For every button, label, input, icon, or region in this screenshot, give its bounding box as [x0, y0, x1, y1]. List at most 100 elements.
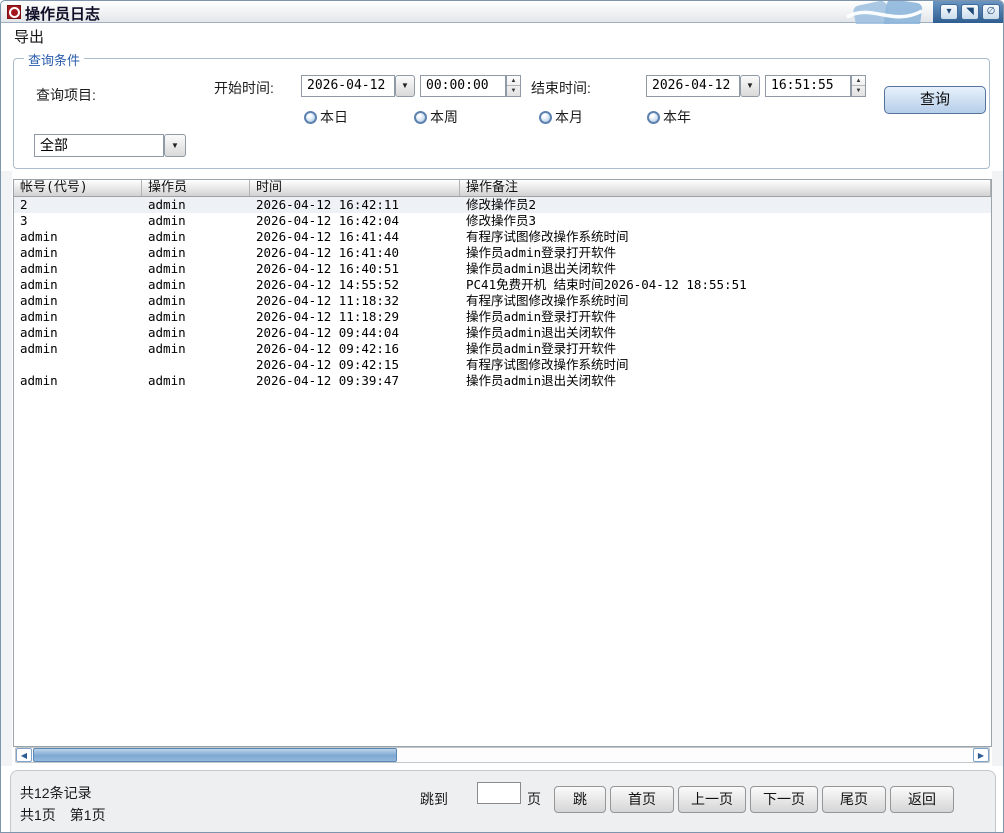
table-row[interactable]: adminadmin2026-04-12 16:41:40操作员admin登录打…	[14, 245, 991, 261]
table-cell: 2026-04-12 14:55:52	[250, 277, 460, 293]
end-time-spinner[interactable]: ▲ ▼	[851, 75, 866, 97]
radio-label: 本月	[555, 107, 583, 127]
log-table: 帐号(代号) 操作员 时间 操作备注 2admin2026-04-12 16:4…	[13, 179, 992, 747]
table-row[interactable]: adminadmin2026-04-12 11:18:32有程序试图修改操作系统…	[14, 293, 991, 309]
prev-page-button[interactable]: 上一页	[678, 786, 746, 813]
radio-icon[interactable]	[414, 111, 427, 124]
table-cell: 2026-04-12 09:42:15	[250, 357, 460, 373]
records-summary: 共12条记录	[20, 783, 92, 803]
table-cell: 操作员admin登录打开软件	[460, 245, 991, 261]
start-time-spinner[interactable]: ▲ ▼	[506, 75, 521, 97]
end-date-field[interactable]: 2026-04-12	[646, 75, 740, 97]
table-cell	[142, 357, 250, 373]
radio-icon[interactable]	[304, 111, 317, 124]
table-cell: admin	[14, 293, 142, 309]
table-row[interactable]: adminadmin2026-04-12 16:41:44有程序试图修改操作系统…	[14, 229, 991, 245]
table-header: 帐号(代号) 操作员 时间 操作备注	[14, 180, 991, 197]
end-time-label: 结束时间:	[531, 78, 591, 98]
minimize-icon[interactable]: ▾	[940, 4, 958, 20]
category-select[interactable]: 全部	[34, 134, 164, 157]
table-row[interactable]: 2026-04-12 09:42:15有程序试图修改操作系统时间	[14, 357, 991, 373]
table-row[interactable]: adminadmin2026-04-12 09:39:47操作员admin退出关…	[14, 373, 991, 389]
table-row[interactable]: adminadmin2026-04-12 09:42:16操作员admin登录打…	[14, 341, 991, 357]
table-cell: admin	[142, 213, 250, 229]
table-cell: admin	[142, 293, 250, 309]
table-cell: admin	[14, 309, 142, 325]
table-cell: admin	[142, 341, 250, 357]
table-cell: 2	[14, 197, 142, 213]
table-cell: 操作员admin退出关闭软件	[460, 261, 991, 277]
column-header-remark[interactable]: 操作备注	[460, 180, 991, 196]
table-cell: 2026-04-12 16:42:04	[250, 213, 460, 229]
right-margin	[992, 171, 1004, 766]
radio-label: 本年	[663, 107, 691, 127]
table-cell: 有程序试图修改操作系统时间	[460, 293, 991, 309]
radio-today[interactable]: 本日	[304, 107, 348, 127]
table-cell: 操作员admin退出关闭软件	[460, 373, 991, 389]
table-row[interactable]: 3admin2026-04-12 16:42:04修改操作员3	[14, 213, 991, 229]
table-cell: 2026-04-12 11:18:32	[250, 293, 460, 309]
table-row[interactable]: adminadmin2026-04-12 16:40:51操作员admin退出关…	[14, 261, 991, 277]
spin-down-icon[interactable]: ▼	[852, 86, 865, 96]
close-icon[interactable]: ∅	[982, 4, 1000, 20]
jump-to-label: 跳到	[420, 789, 448, 809]
app-logo-icon	[7, 5, 21, 19]
horizontal-scrollbar[interactable]: ◀ ▶	[15, 747, 990, 763]
table-cell: 3	[14, 213, 142, 229]
jump-button[interactable]: 跳	[554, 786, 606, 813]
last-page-button[interactable]: 尾页	[822, 786, 886, 813]
start-time-field[interactable]: 00:00:00	[420, 75, 506, 97]
table-cell: 2026-04-12 16:42:11	[250, 197, 460, 213]
maximize-icon[interactable]: ◥	[961, 4, 979, 20]
table-cell: admin	[14, 325, 142, 341]
window-title: 操作员日志	[25, 3, 100, 24]
scroll-left-icon[interactable]: ◀	[16, 748, 32, 762]
search-button[interactable]: 查询	[884, 86, 986, 114]
export-menu-item[interactable]: 导出	[14, 26, 44, 47]
radio-label: 本日	[320, 107, 348, 127]
column-header-account[interactable]: 帐号(代号)	[14, 180, 142, 196]
table-row[interactable]: adminadmin2026-04-12 09:44:04操作员admin退出关…	[14, 325, 991, 341]
first-page-button[interactable]: 首页	[610, 786, 674, 813]
table-row[interactable]: adminadmin2026-04-12 14:55:52PC41免费开机 结束…	[14, 277, 991, 293]
start-date-field[interactable]: 2026-04-12	[301, 75, 395, 97]
end-time-field[interactable]: 16:51:55	[765, 75, 851, 97]
title-bar: 操作员日志 ▾ ◥ ∅	[1, 1, 1004, 23]
table-cell: 修改操作员2	[460, 197, 991, 213]
start-date-dropdown-icon[interactable]: ▼	[395, 75, 415, 97]
table-body: 2admin2026-04-12 16:42:11修改操作员23admin202…	[14, 197, 991, 389]
radio-this-year[interactable]: 本年	[647, 107, 691, 127]
category-dropdown-icon[interactable]: ▼	[164, 134, 186, 157]
table-cell: 2026-04-12 09:44:04	[250, 325, 460, 341]
spin-down-icon[interactable]: ▼	[507, 86, 520, 96]
radio-this-week[interactable]: 本周	[414, 107, 458, 127]
return-button[interactable]: 返回	[890, 786, 954, 813]
table-cell: 2026-04-12 16:40:51	[250, 261, 460, 277]
jump-page-input[interactable]	[477, 782, 521, 804]
radio-icon[interactable]	[539, 111, 552, 124]
table-cell: 有程序试图修改操作系统时间	[460, 357, 991, 373]
scroll-right-icon[interactable]: ▶	[973, 748, 989, 762]
scrollbar-thumb[interactable]	[33, 748, 397, 762]
query-item-label: 查询项目:	[36, 85, 96, 105]
column-header-operator[interactable]: 操作员	[142, 180, 250, 196]
end-date-dropdown-icon[interactable]: ▼	[740, 75, 760, 97]
spin-up-icon[interactable]: ▲	[852, 76, 865, 86]
pagination-panel: 共12条记录 共1页 第1页 跳到 页 跳 首页 上一页 下一页 尾页 返回	[10, 770, 996, 833]
table-row[interactable]: adminadmin2026-04-12 11:18:29操作员admin登录打…	[14, 309, 991, 325]
radio-icon[interactable]	[647, 111, 660, 124]
spin-up-icon[interactable]: ▲	[507, 76, 520, 86]
radio-label: 本周	[430, 107, 458, 127]
table-cell: 操作员admin登录打开软件	[460, 309, 991, 325]
column-header-time[interactable]: 时间	[250, 180, 460, 196]
table-cell: admin	[142, 229, 250, 245]
radio-this-month[interactable]: 本月	[539, 107, 583, 127]
table-cell: 操作员admin退出关闭软件	[460, 325, 991, 341]
table-cell: PC41免费开机 结束时间2026-04-12 18:55:51	[460, 277, 991, 293]
operator-log-window: 操作员日志 ▾ ◥ ∅ 导出 查询条件 查询项目: 开始时间: 2026-04-…	[0, 0, 1004, 833]
table-cell: admin	[14, 277, 142, 293]
table-cell: admin	[142, 309, 250, 325]
table-cell: admin	[14, 341, 142, 357]
next-page-button[interactable]: 下一页	[750, 786, 818, 813]
table-row[interactable]: 2admin2026-04-12 16:42:11修改操作员2	[14, 197, 991, 213]
